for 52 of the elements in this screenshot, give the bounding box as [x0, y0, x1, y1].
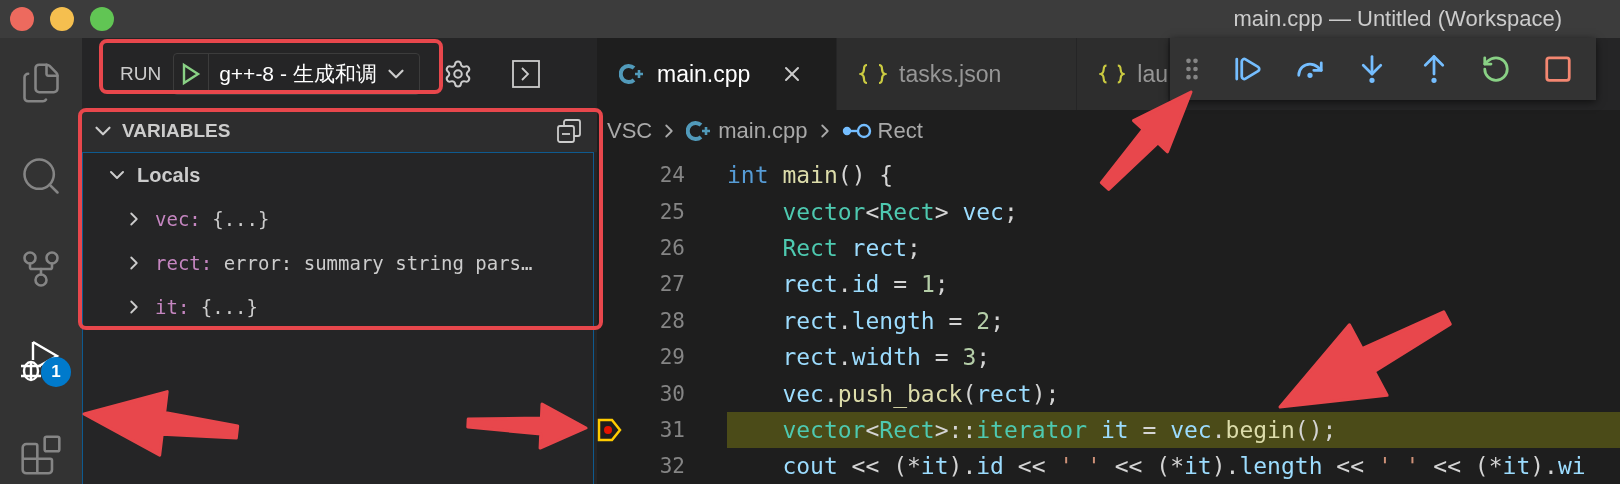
close-window-button[interactable] — [10, 7, 34, 31]
stop-icon — [1543, 54, 1573, 84]
line-number: 28 — [658, 308, 685, 333]
variable-entry[interactable]: vec: {...} — [155, 208, 270, 230]
line-number: 29 — [658, 345, 685, 370]
paused-breakpoint-icon — [597, 417, 623, 442]
line-number: 27 — [658, 272, 685, 297]
line-number: 31 — [658, 417, 685, 442]
zoom-window-button[interactable] — [90, 7, 114, 31]
launch-config-dropdown[interactable]: g++-8 - 生成和调 — [173, 53, 420, 95]
restart-icon — [1481, 54, 1511, 84]
cpp-file-icon — [619, 63, 645, 85]
run-label: RUN — [120, 63, 162, 85]
code-line: vector<Rect> vec; — [781, 197, 1019, 227]
code-line: rect.length = 2; — [781, 306, 1005, 336]
struct-icon — [841, 122, 872, 140]
breadcrumb-item[interactable]: main.cpp — [718, 118, 808, 144]
cpp-file-icon — [686, 120, 713, 142]
variables-header[interactable]: VARIABLES — [82, 110, 597, 152]
tab-label: lau — [1137, 60, 1168, 88]
variable-entry[interactable]: rect: error: summary string pars… — [155, 252, 533, 274]
code-line: rect.id = 1; — [781, 270, 950, 300]
editor-tab[interactable]: lau — [1077, 38, 1169, 110]
code-line: vec.push_back(rect); — [781, 379, 1061, 410]
breadcrumb-item[interactable]: Rect — [877, 118, 923, 144]
line-number: 30 — [658, 381, 685, 406]
code-line: cout << (*it).id << ' ' << (*it).length << ' ' << (*it).wi — [781, 452, 1587, 482]
line-number: 24 — [658, 163, 685, 188]
variable-entry[interactable]: it: {...} — [155, 296, 258, 318]
code-line: Rect rect; — [781, 233, 922, 263]
braces-icon — [859, 63, 887, 85]
line-number: 26 — [658, 235, 685, 260]
tab-label: tasks.json — [899, 60, 1002, 88]
collapse-all-icon[interactable] — [555, 117, 583, 145]
tab-label: main.cpp — [657, 60, 751, 88]
line-number: 32 — [658, 454, 685, 479]
scope-name[interactable]: Locals — [137, 163, 201, 187]
breadcrumb-item[interactable]: VSC — [607, 118, 653, 144]
code-line: int main() { — [727, 161, 895, 191]
braces-icon — [1099, 63, 1126, 85]
extensions-icon — [19, 433, 63, 478]
section-title: VARIABLES — [122, 120, 231, 142]
editor-tab[interactable]: tasks.json — [837, 38, 1077, 110]
window-title: main.cpp — Untitled (Workspace) — [1233, 6, 1562, 32]
activity-bar-item[interactable]: 1 — [9, 333, 73, 391]
launch-config-name: g++-8 - 生成和调 — [219, 61, 377, 87]
code-line: rect.width = 3; — [781, 343, 992, 373]
notification-badge: 1 — [41, 356, 71, 387]
minimize-window-button[interactable] — [50, 7, 74, 31]
editor-tab[interactable]: main.cpp — [597, 38, 837, 110]
line-number: 25 — [658, 199, 685, 224]
play-icon — [181, 62, 202, 86]
